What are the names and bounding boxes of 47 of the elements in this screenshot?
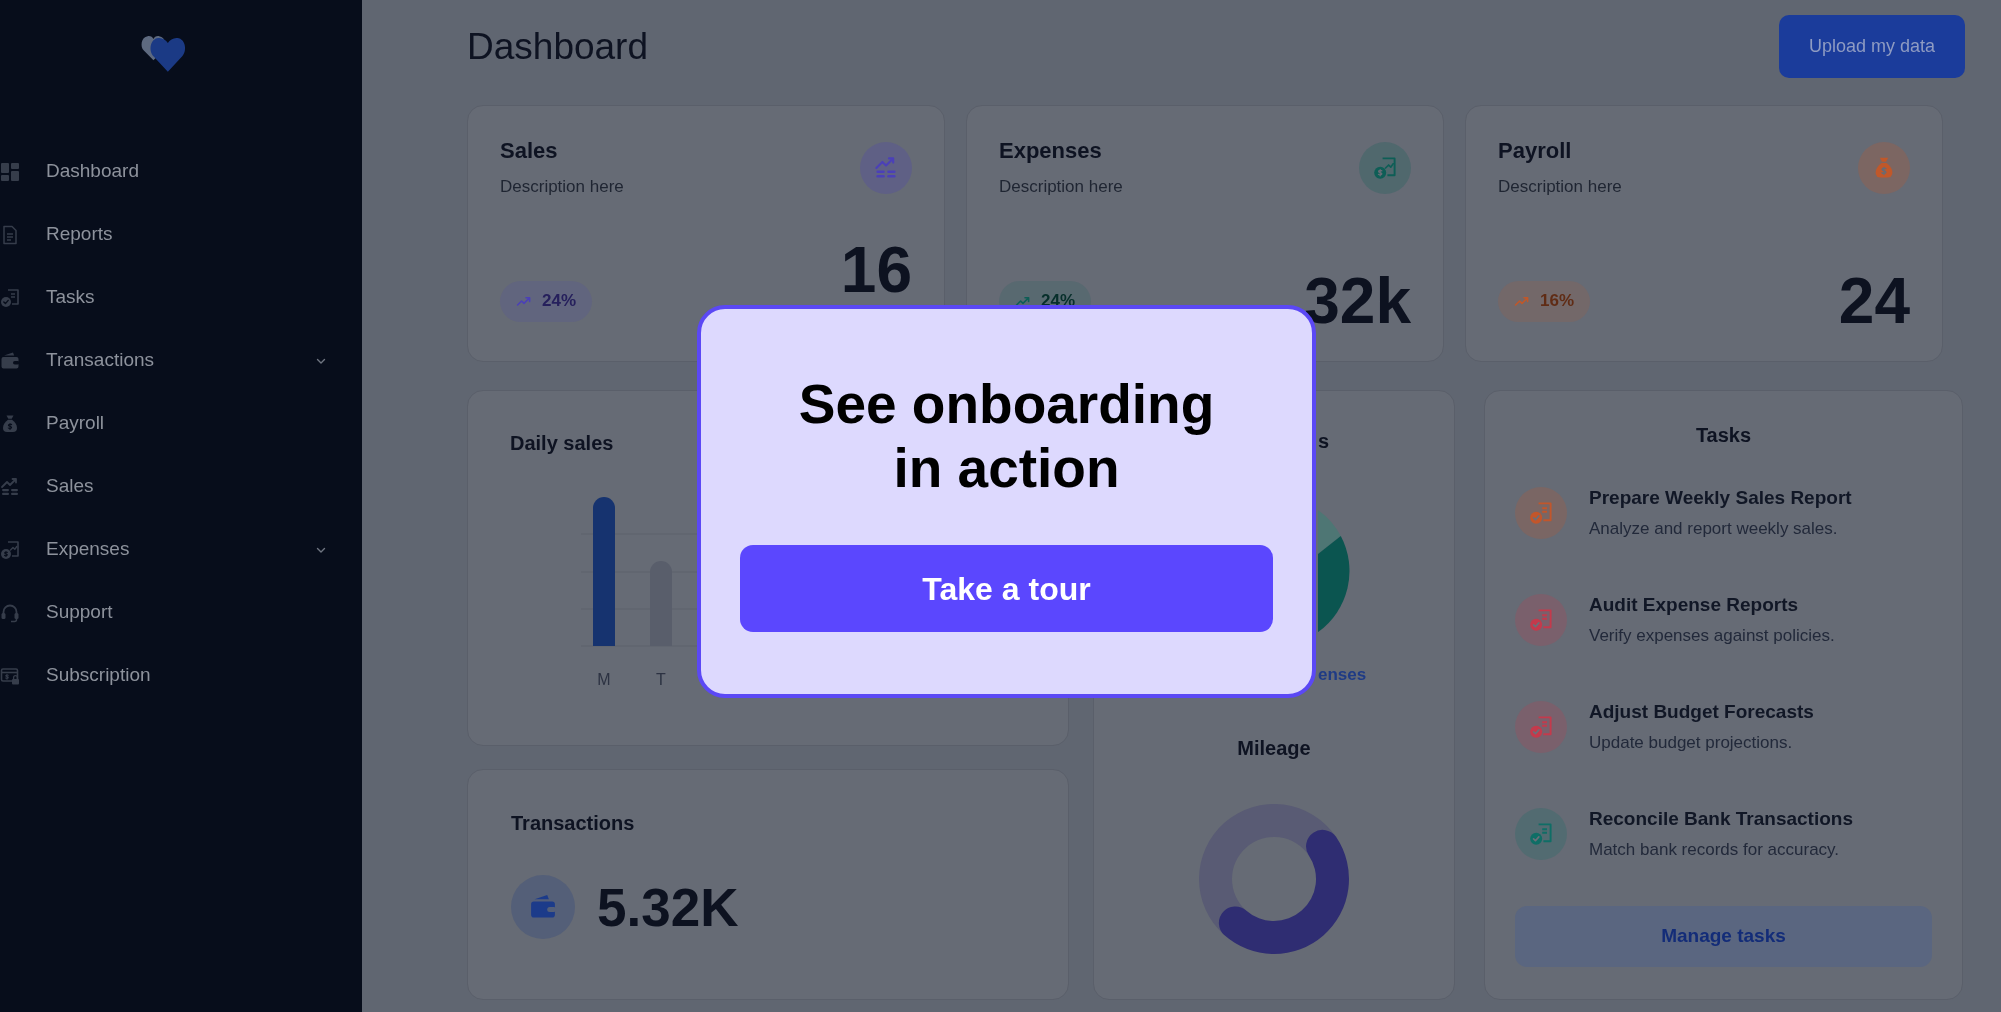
dialog-title: See onboarding in action xyxy=(797,372,1216,500)
task-description: Update budget projections. xyxy=(1589,732,1794,754)
task-title: Prepare Weekly Sales Report xyxy=(1589,486,1852,510)
stat-value: 32k xyxy=(1304,269,1411,333)
card-description: Description here xyxy=(1498,176,1622,198)
axis-label: T xyxy=(656,671,666,688)
nav-item[interactable]: Expenses xyxy=(0,518,340,581)
nav-item[interactable]: Subscription xyxy=(0,644,340,707)
nav-item[interactable]: Dashboard xyxy=(0,140,340,203)
dollar-window-icon xyxy=(0,665,20,686)
card-title: Sales xyxy=(500,137,559,165)
axis-label: M xyxy=(597,671,611,688)
card-description: Description here xyxy=(500,176,624,198)
take-tour-button[interactable]: Take a tour xyxy=(740,545,1273,632)
legend-label: enses xyxy=(1318,665,1367,684)
trending-chart-icon xyxy=(0,476,20,497)
stat-value: 16 xyxy=(840,238,912,302)
nav-item[interactable]: Support xyxy=(0,581,340,644)
document-icon xyxy=(0,224,20,245)
nav-item[interactable]: Reports xyxy=(0,203,340,266)
nav-item[interactable]: Tasks xyxy=(0,266,340,329)
task-description: Analyze and report weekly sales. xyxy=(1589,518,1839,540)
nav-item[interactable]: Sales xyxy=(0,455,340,518)
transactions-value: 5.32K xyxy=(597,880,739,934)
card-title: Tasks xyxy=(1695,423,1752,448)
card-title: Expenses xyxy=(999,137,1103,165)
task-description: Match bank records for accuracy. xyxy=(1589,839,1841,861)
nav-item[interactable]: Transactions xyxy=(0,329,340,392)
task-title: Audit Expense Reports xyxy=(1589,593,1800,617)
task-title: Adjust Budget Forecasts xyxy=(1589,700,1814,724)
headset-icon xyxy=(0,602,20,623)
heart-logo xyxy=(140,33,188,73)
task-title: Reconcile Bank Transactions xyxy=(1589,807,1853,831)
grid-icon xyxy=(0,161,20,182)
card-title: Payroll xyxy=(1498,137,1573,165)
card-title: Transactions xyxy=(511,811,635,836)
chart-title: Daily sales xyxy=(510,431,614,456)
chart-title: Mileage xyxy=(1237,736,1311,761)
change-value: 24% xyxy=(542,290,577,313)
page-title: Dashboard xyxy=(467,24,648,69)
nav-item[interactable]: Payroll xyxy=(0,392,340,455)
upload-button[interactable]: Upload my data xyxy=(1779,15,1965,78)
change-value: 16% xyxy=(1540,290,1575,313)
stat-value: 24 xyxy=(1838,269,1910,333)
chart-title: s xyxy=(1318,430,1330,452)
card-description: Description here xyxy=(999,176,1123,198)
task-description: Verify expenses against policies. xyxy=(1589,625,1835,647)
